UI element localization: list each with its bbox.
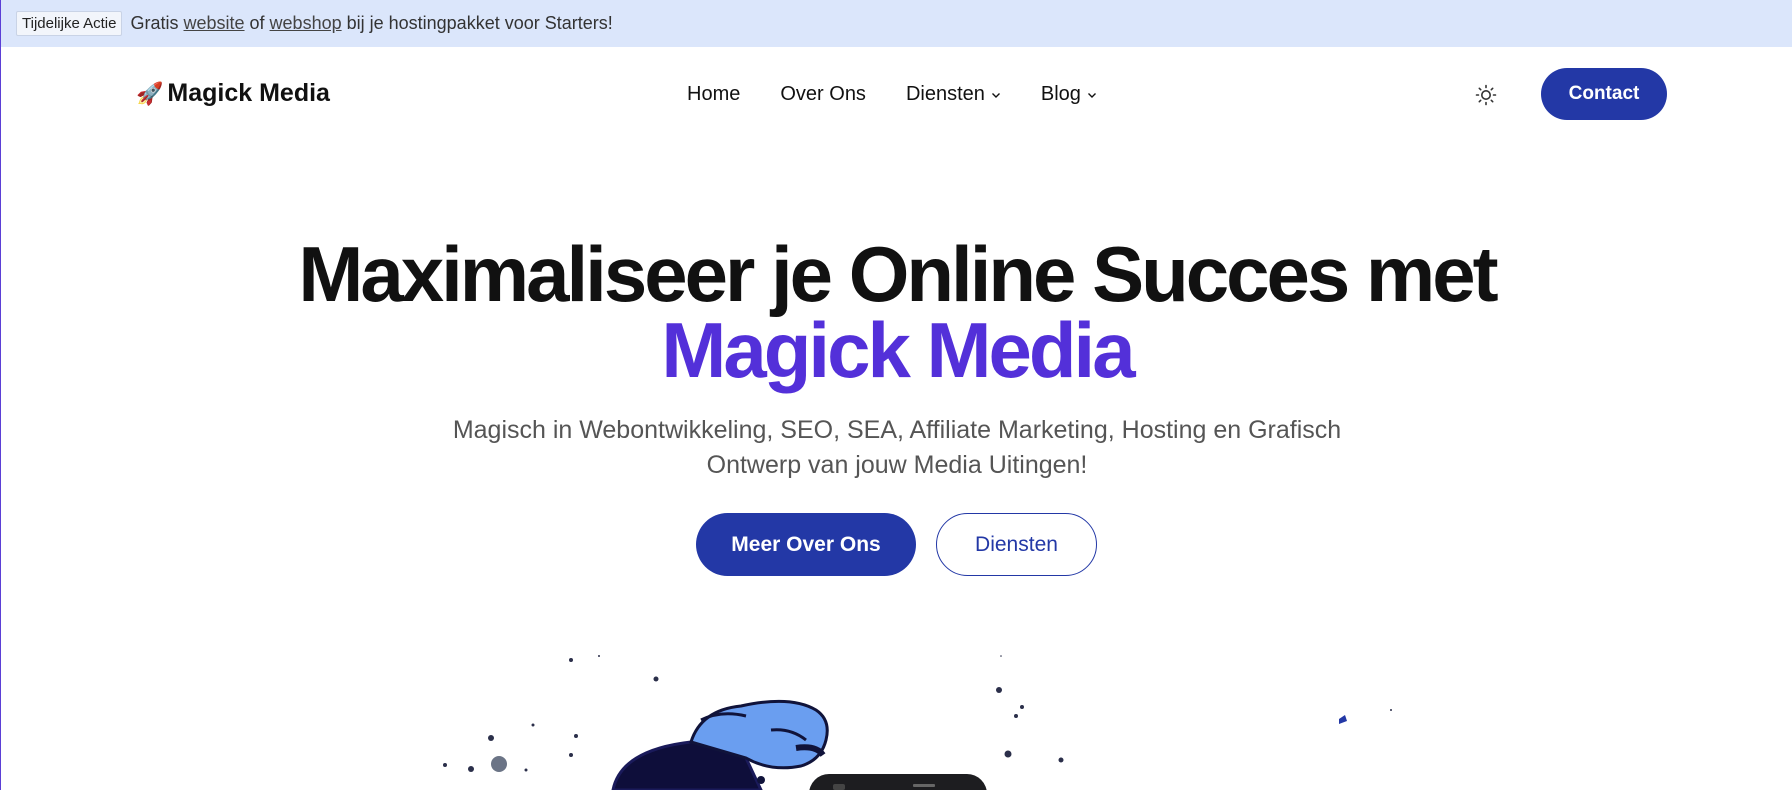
logo[interactable]: 🚀 Magick Media	[136, 79, 330, 108]
chevron-down-icon	[991, 92, 1000, 98]
site-header: 🚀 Magick Media Home Over Ons Diensten Bl…	[1, 47, 1792, 142]
nav-home[interactable]: Home	[687, 83, 740, 106]
nav-diensten[interactable]: Diensten	[906, 83, 1001, 106]
hero-title: Maximaliseer je Online Succes met Magick…	[1, 235, 1792, 394]
promo-text: Gratis website of webshop bij je hosting…	[130, 13, 612, 34]
promo-text-before: Gratis	[130, 13, 179, 33]
promo-text-after: bij je hostingpakket voor Starters!	[346, 13, 613, 33]
nav-blog-label: Blog	[1040, 83, 1081, 105]
meer-over-ons-button[interactable]: Meer Over Ons	[696, 513, 916, 576]
hero-subtitle: Magisch in Webontwikkeling, SEO, SEA, Af…	[452, 416, 1342, 479]
main-nav: Home Over Ons Diensten Blog	[687, 83, 1097, 106]
promo-link-webshop[interactable]: webshop	[270, 13, 342, 34]
nav-over-ons-label: Over Ons	[780, 83, 866, 105]
nav-over-ons[interactable]: Over Ons	[780, 83, 866, 106]
chevron-down-icon	[1087, 92, 1096, 98]
hero-title-brand: Magick Media	[661, 306, 1135, 394]
hero-title-line: Maximaliseer je Online Succes met	[298, 230, 1498, 318]
promo-banner: Tijdelijke Actie Gratis website of websh…	[1, 0, 1792, 47]
nav-home-label: Home	[687, 83, 741, 105]
promo-badge: Tijdelijke Actie	[16, 11, 123, 36]
nav-diensten-label: Diensten	[905, 83, 985, 105]
nav-blog[interactable]: Blog	[1041, 83, 1097, 106]
astronaut-illustration	[443, 655, 1392, 790]
diensten-button[interactable]: Diensten	[936, 513, 1097, 576]
contact-button[interactable]: Contact	[1541, 68, 1667, 120]
logo-text: Magick Media	[167, 79, 330, 107]
promo-text-mid: of	[249, 13, 265, 33]
theme-toggle[interactable]	[1473, 82, 1499, 108]
promo-link-website[interactable]: website	[184, 13, 245, 34]
sun-icon	[1475, 84, 1497, 106]
rocket-icon: 🚀	[136, 80, 164, 106]
